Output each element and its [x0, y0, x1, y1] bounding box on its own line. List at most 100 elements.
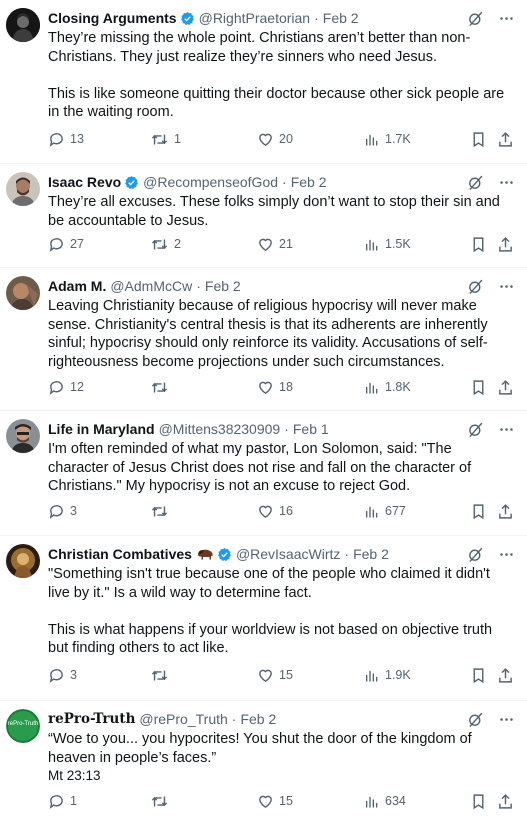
- bookmark-button[interactable]: [470, 503, 487, 520]
- retweet-icon: [151, 796, 168, 806]
- tweet[interactable]: Christian Combatives @RevIsaacWirtz · Fe…: [0, 536, 527, 701]
- separator-dot: ·: [344, 546, 350, 562]
- separator-dot: ·: [231, 711, 237, 727]
- reply-button[interactable]: 13: [48, 131, 84, 148]
- avatar[interactable]: [6, 8, 40, 42]
- views-button[interactable]: 1.9K: [364, 667, 411, 684]
- reply-button[interactable]: 12: [48, 379, 84, 396]
- retweet-count: 1: [174, 132, 181, 146]
- share-button[interactable]: [497, 667, 514, 684]
- bookmark-button[interactable]: [470, 793, 487, 810]
- more-icon[interactable]: [498, 10, 515, 27]
- retweet-button[interactable]: [150, 667, 174, 684]
- grok-icon[interactable]: [467, 174, 484, 191]
- share-button[interactable]: [497, 236, 514, 253]
- tweet[interactable]: Closing Arguments @RightPraetorian · Feb…: [0, 0, 527, 164]
- author-handle[interactable]: @AdmMcCw: [110, 276, 192, 296]
- share-button[interactable]: [497, 793, 514, 810]
- author-name[interactable]: Life in Maryland: [48, 419, 155, 439]
- avatar[interactable]: rePro-Truth: [6, 709, 40, 743]
- share-button[interactable]: [497, 503, 514, 520]
- retweet-button[interactable]: [150, 379, 174, 396]
- grok-icon[interactable]: [467, 711, 484, 728]
- like-button[interactable]: 20: [257, 131, 293, 148]
- more-icon[interactable]: [498, 174, 515, 191]
- reply-button[interactable]: 1: [48, 793, 77, 810]
- reply-count: 3: [70, 504, 77, 518]
- like-button[interactable]: 16: [257, 503, 293, 520]
- tweet-paragraph: This is like someone quitting their doct…: [48, 85, 505, 121]
- author-handle[interactable]: @RevIsaacWirtz: [236, 544, 340, 564]
- like-button[interactable]: 18: [257, 379, 293, 396]
- separator-dot: ·: [282, 174, 287, 190]
- post-date[interactable]: Feb 2: [205, 276, 241, 296]
- bookmark-button[interactable]: [470, 131, 487, 148]
- views-button[interactable]: 1.8K: [364, 379, 411, 396]
- heart-icon: [259, 669, 272, 682]
- share-button[interactable]: [497, 131, 514, 148]
- tweet-paragraph: Mt 23:13: [48, 768, 101, 783]
- grok-icon[interactable]: [467, 546, 484, 563]
- view-count: 1.5K: [385, 237, 411, 251]
- bookmark-button[interactable]: [470, 667, 487, 684]
- share-icon: [499, 667, 512, 683]
- views-button[interactable]: 1.7K: [364, 131, 411, 148]
- retweet-button[interactable]: 1: [150, 131, 181, 148]
- views-icon: [366, 382, 378, 393]
- views-button[interactable]: 634: [364, 793, 406, 810]
- avatar[interactable]: [6, 544, 40, 578]
- post-date[interactable]: Feb 2: [323, 8, 359, 28]
- author-handle[interactable]: @RecompenseofGod: [143, 172, 278, 192]
- reply-button[interactable]: 3: [48, 667, 77, 684]
- author-name[interactable]: rePro-Truth: [48, 709, 135, 729]
- tweet[interactable]: rePro-Truth rePro-Truth @rePro_Truth · F…: [0, 701, 527, 825]
- author-name[interactable]: Christian Combatives: [48, 544, 192, 564]
- author-handle[interactable]: @rePro_Truth: [139, 709, 227, 729]
- more-icon[interactable]: [498, 278, 515, 295]
- avatar[interactable]: [6, 419, 40, 453]
- retweet-button[interactable]: [150, 793, 174, 810]
- like-count: 21: [279, 237, 293, 251]
- reply-button[interactable]: 27: [48, 236, 84, 253]
- post-date[interactable]: Feb 2: [353, 544, 389, 564]
- author-handle[interactable]: @Mittens38230909: [159, 419, 281, 439]
- tweet[interactable]: Adam M. @AdmMcCw · Feb 2 Leaving Christi…: [0, 268, 527, 411]
- retweet-icon: [151, 134, 168, 144]
- grok-icon[interactable]: [467, 10, 484, 27]
- bookmark-button[interactable]: [470, 236, 487, 253]
- more-icon[interactable]: [498, 421, 515, 438]
- like-count: 15: [279, 668, 293, 682]
- share-icon: [499, 236, 512, 252]
- like-button[interactable]: 15: [257, 667, 293, 684]
- bookmark-button[interactable]: [470, 379, 487, 396]
- avatar[interactable]: [6, 276, 40, 310]
- like-count: 16: [279, 504, 293, 518]
- like-count: 18: [279, 380, 293, 394]
- views-icon: [366, 239, 378, 250]
- tweet-paragraph: Leaving Christianity because of religiou…: [48, 298, 488, 370]
- post-date[interactable]: Feb 1: [293, 419, 329, 439]
- grok-icon[interactable]: [467, 421, 484, 438]
- reply-button[interactable]: 3: [48, 503, 77, 520]
- retweet-button[interactable]: 2: [150, 236, 181, 253]
- author-name[interactable]: Adam M.: [48, 276, 106, 296]
- like-button[interactable]: 21: [257, 236, 293, 253]
- post-date[interactable]: Feb 2: [240, 709, 276, 729]
- views-button[interactable]: 1.5K: [364, 236, 411, 253]
- author-name[interactable]: Closing Arguments: [48, 8, 177, 28]
- share-button[interactable]: [497, 379, 514, 396]
- avatar[interactable]: [6, 172, 40, 206]
- views-button[interactable]: 677: [364, 503, 406, 520]
- author-name[interactable]: Isaac Revo: [48, 172, 121, 192]
- grok-icon[interactable]: [467, 278, 484, 295]
- tweet[interactable]: Life in Maryland @Mittens38230909 · Feb …: [0, 411, 527, 536]
- author-handle[interactable]: @RightPraetorian: [199, 8, 311, 28]
- more-icon[interactable]: [498, 711, 515, 728]
- tweet-paragraph: They’re missing the whole point. Christi…: [48, 30, 471, 65]
- reply-icon: [49, 237, 63, 252]
- post-date[interactable]: Feb 2: [291, 172, 327, 192]
- retweet-button[interactable]: [150, 503, 174, 520]
- tweet[interactable]: Isaac Revo @RecompenseofGod · Feb 2 They…: [0, 164, 527, 268]
- like-button[interactable]: 15: [257, 793, 293, 810]
- more-icon[interactable]: [498, 546, 515, 563]
